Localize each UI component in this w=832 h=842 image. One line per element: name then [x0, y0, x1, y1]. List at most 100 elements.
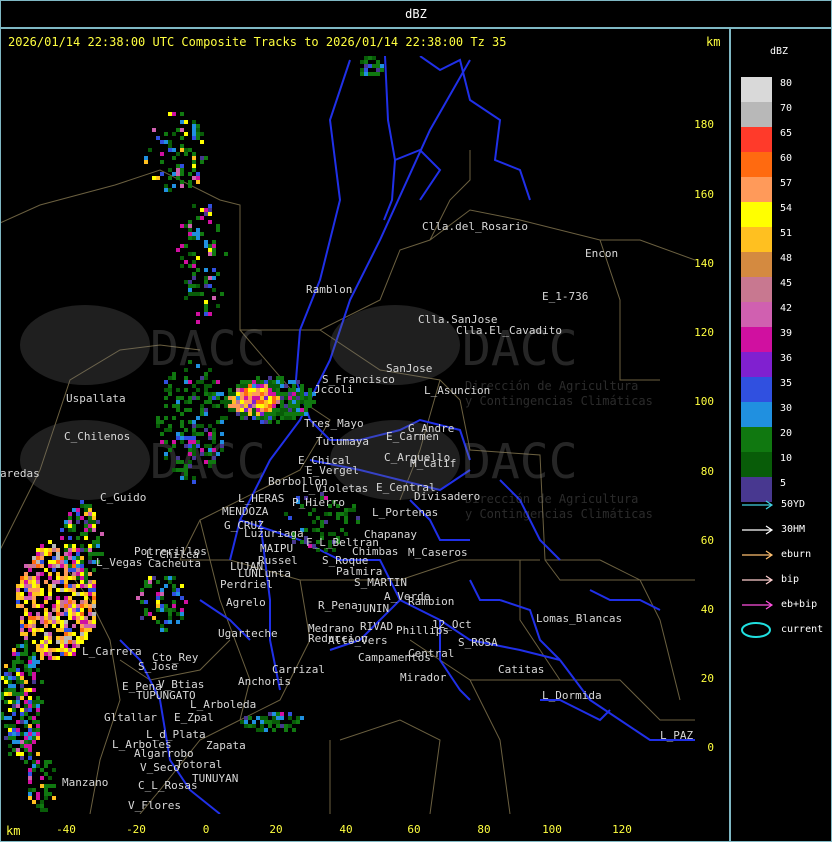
track-arrow-icon: [742, 500, 774, 510]
x-tick-label: -20: [126, 823, 146, 836]
place-label: C_Chilenos: [64, 430, 130, 443]
track-label: eb+bip: [781, 599, 818, 610]
legend-swatch: [741, 177, 772, 202]
place-label: C_Guido: [100, 491, 146, 504]
watermark-subtext: y Contingencias Climáticas: [465, 507, 653, 521]
legend-swatch: [741, 227, 772, 252]
y-tick-label: 60: [701, 534, 714, 547]
legend-value: 51: [780, 228, 793, 239]
x-tick-label: 80: [477, 823, 490, 836]
place-label: Zapata: [206, 739, 246, 752]
place-label: E_Zpal: [174, 711, 214, 724]
y-tick-label: 160: [694, 188, 714, 201]
legend-swatch: [741, 427, 772, 452]
place-label: L_Vegas: [96, 556, 142, 569]
y-tick-label: 20: [701, 672, 714, 685]
place-label: Tres_Mayo: [304, 417, 364, 430]
legend-value: 36: [780, 353, 793, 364]
place-label: S_ROSA: [458, 636, 498, 649]
x-tick-label: 20: [269, 823, 282, 836]
legend-swatch: [741, 152, 772, 177]
place-label: aredas: [0, 467, 40, 480]
place-label: Ramblon: [306, 283, 352, 296]
legend-swatch: [741, 352, 772, 377]
y-tick-label: 180: [694, 118, 714, 131]
place-label: Clla.El_Cavadito: [456, 324, 562, 337]
legend-swatch: [741, 327, 772, 352]
place-label: L_HERAS: [238, 492, 284, 505]
legend-value: 35: [780, 378, 793, 389]
legend-value: 30: [780, 403, 793, 414]
track-label: 50YD: [781, 499, 806, 510]
legend-swatch: [741, 127, 772, 152]
legend-swatch: [741, 252, 772, 277]
place-label: Agrelo: [226, 596, 266, 609]
watermark-subtext: Dirección de Agricultura: [465, 379, 638, 393]
legend-swatch: [741, 402, 772, 427]
place-label: L_d_Plata: [146, 728, 206, 741]
place-label: S_Jose: [138, 660, 178, 673]
track-label: current: [781, 624, 824, 635]
units-label-bottom: km: [6, 824, 21, 838]
legend-value: 60: [780, 153, 793, 164]
place-label: Campamentos: [358, 651, 431, 664]
legend-value: 42: [780, 303, 793, 314]
place-label: JUNIN: [356, 602, 389, 615]
radar-map[interactable]: DACC DACC DACC DACC Dirección de Agricul…: [0, 0, 832, 842]
place-label: Alto_Vers: [328, 634, 388, 647]
place-label: Manzano: [62, 776, 108, 789]
legend-swatch: [741, 102, 772, 127]
place-label: Perdriel: [220, 578, 273, 591]
place-label: L_Dormida: [542, 689, 602, 702]
legend-value: 45: [780, 278, 793, 289]
x-tick-label: 100: [542, 823, 562, 836]
legend-swatch: [741, 452, 772, 477]
x-tick-label: -40: [56, 823, 76, 836]
track-arrow-icon: [742, 550, 774, 560]
place-label: Catitas: [498, 663, 544, 676]
x-axis-ticks: -40 -20 0 20 40 60 80 100 120: [56, 823, 632, 836]
legend-value: 57: [780, 178, 793, 189]
place-label: R_Pena: [318, 599, 358, 612]
x-tick-label: 60: [407, 823, 420, 836]
place-label: Lomas_Blancas: [536, 612, 622, 625]
legend-swatch: [741, 302, 772, 327]
place-label: L_PAZ: [660, 729, 693, 742]
legend-value: 5: [780, 478, 787, 489]
place-label: E_1-736: [542, 290, 588, 303]
legend-value: 20: [780, 428, 793, 439]
track-label: 30HM: [781, 524, 806, 535]
place-label: L_Arboleda: [190, 698, 256, 711]
place-label: SanJose: [386, 362, 432, 375]
place-label: V_Seco: [140, 761, 180, 774]
units-label-top: km: [706, 35, 721, 49]
place-label: Ugarteche: [218, 627, 278, 640]
place-label: G_Andre: [408, 422, 454, 435]
watermark-text: DACC: [150, 321, 266, 377]
place-label: L_Violetas: [302, 482, 368, 495]
y-axis-ticks: 180 160 140 120 100 80 60 40 20 0: [694, 118, 714, 754]
y-tick-label: 140: [694, 257, 714, 270]
place-label: Tulumaya: [316, 435, 369, 448]
track-arrow-icon: [742, 525, 774, 535]
x-tick-label: 120: [612, 823, 632, 836]
legend-value: 80: [780, 78, 793, 89]
place-label: V_Flores: [128, 799, 181, 812]
x-tick-label: 40: [339, 823, 352, 836]
legend-swatch: [741, 202, 772, 227]
place-label: L_Asuncion: [424, 384, 490, 397]
place-label: Russel: [258, 554, 298, 567]
current-track-icon: [741, 622, 771, 638]
place-label: M_Calif: [410, 457, 456, 470]
place-label: C_L_Rosas: [138, 779, 198, 792]
track-label: eburn: [781, 549, 812, 560]
place-label: S_MARTIN: [354, 576, 407, 589]
y-tick-label: 100: [694, 395, 714, 408]
track-label: bip: [781, 574, 800, 585]
place-label: Chapanay: [364, 528, 417, 541]
place-label: Jccoli: [314, 383, 354, 396]
place-label: Algarrobo: [134, 747, 194, 760]
watermark-subtext: y Contingencias Climáticas: [465, 394, 653, 408]
place-label: TUPUNGATO: [136, 689, 196, 702]
y-tick-label: 120: [694, 326, 714, 339]
